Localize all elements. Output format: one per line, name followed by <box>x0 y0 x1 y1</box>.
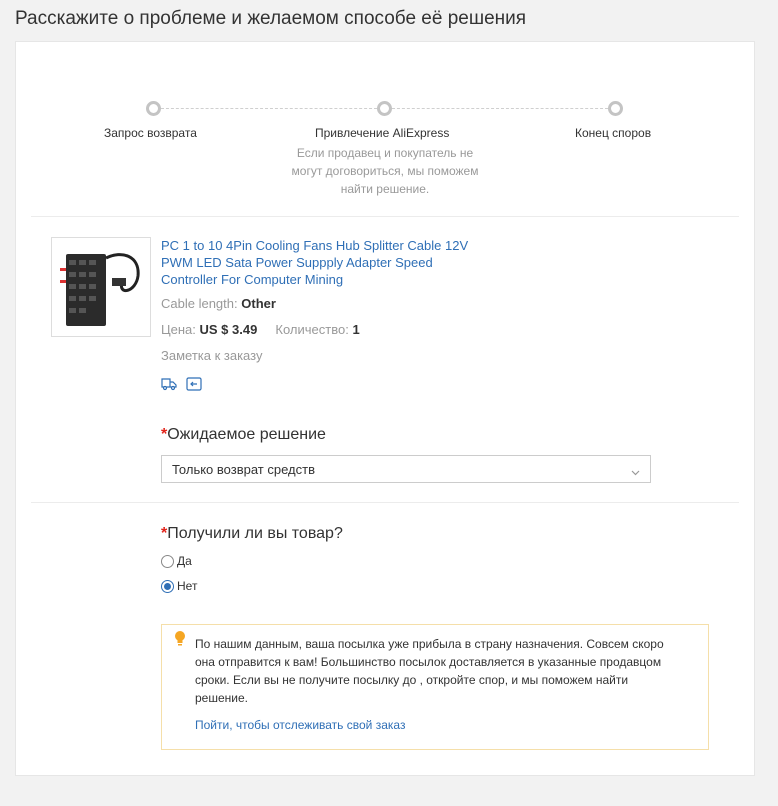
product-action-icons <box>161 377 202 391</box>
divider <box>31 502 739 503</box>
product-thumbnail[interactable] <box>51 237 151 337</box>
radio-label-no: Нет <box>177 579 198 593</box>
delivery-notice: По нашим данным, ваша посылка уже прибыл… <box>161 624 709 750</box>
step-2-label: Привлечение AliExpress <box>315 126 450 140</box>
radio-option-yes[interactable]: Да <box>161 554 192 568</box>
radio-label-yes: Да <box>177 554 192 568</box>
truck-icon[interactable] <box>161 377 177 391</box>
quantity-value: 1 <box>352 322 360 337</box>
step-3-dot <box>608 101 623 116</box>
divider <box>31 216 739 217</box>
step-connector <box>161 108 377 109</box>
resolution-label: Ожидаемое решение <box>167 426 326 443</box>
radio-button-no[interactable] <box>161 579 174 593</box>
step-1-label: Запрос возврата <box>104 126 197 140</box>
attribute-label: Cable length: <box>161 296 238 311</box>
resolution-heading: *Ожидаемое решение <box>161 426 326 444</box>
attribute-value: Other <box>241 296 276 311</box>
step-2-description: Если продавец и покупатель не могут дого… <box>291 146 479 196</box>
step-1-dot <box>146 101 161 116</box>
quantity-label: Количество: <box>275 322 349 337</box>
return-icon[interactable] <box>186 377 202 391</box>
notice-message: По нашим данным, ваша посылка уже прибыл… <box>195 637 664 705</box>
step-connector <box>392 108 608 109</box>
received-label: Получили ли вы товар? <box>167 525 343 542</box>
chevron-down-icon <box>631 464 640 479</box>
track-order-link[interactable]: Пойти, чтобы отслеживать свой заказ <box>195 718 405 732</box>
dispute-form-panel: Запрос возврата Привлечение AliExpress К… <box>15 41 755 776</box>
price-label: Цена: <box>161 322 196 337</box>
step-3-label: Конец споров <box>575 126 652 140</box>
radio-option-no[interactable]: Нет <box>161 579 197 593</box>
lightbulb-icon <box>173 630 187 653</box>
page-title: Расскажите о проблеме и желаемом способе… <box>15 8 527 29</box>
received-heading: *Получили ли вы товар? <box>161 525 343 543</box>
resolution-select[interactable]: Только возврат средств <box>161 455 651 483</box>
price-value: US $ 3.49 <box>199 322 258 337</box>
radio-button-yes[interactable] <box>161 554 174 568</box>
product-attribute: Cable length: Other <box>161 296 276 311</box>
price-quantity-row: Цена: US $ 3.49 Количество: 1 <box>161 322 360 337</box>
product-title-link[interactable]: PC 1 to 10 4Pin Cooling Fans Hub Splitte… <box>161 237 491 288</box>
order-note: Заметка к заказу <box>161 348 263 363</box>
resolution-selected-value: Только возврат средств <box>172 462 315 477</box>
step-2-dot <box>377 101 392 116</box>
